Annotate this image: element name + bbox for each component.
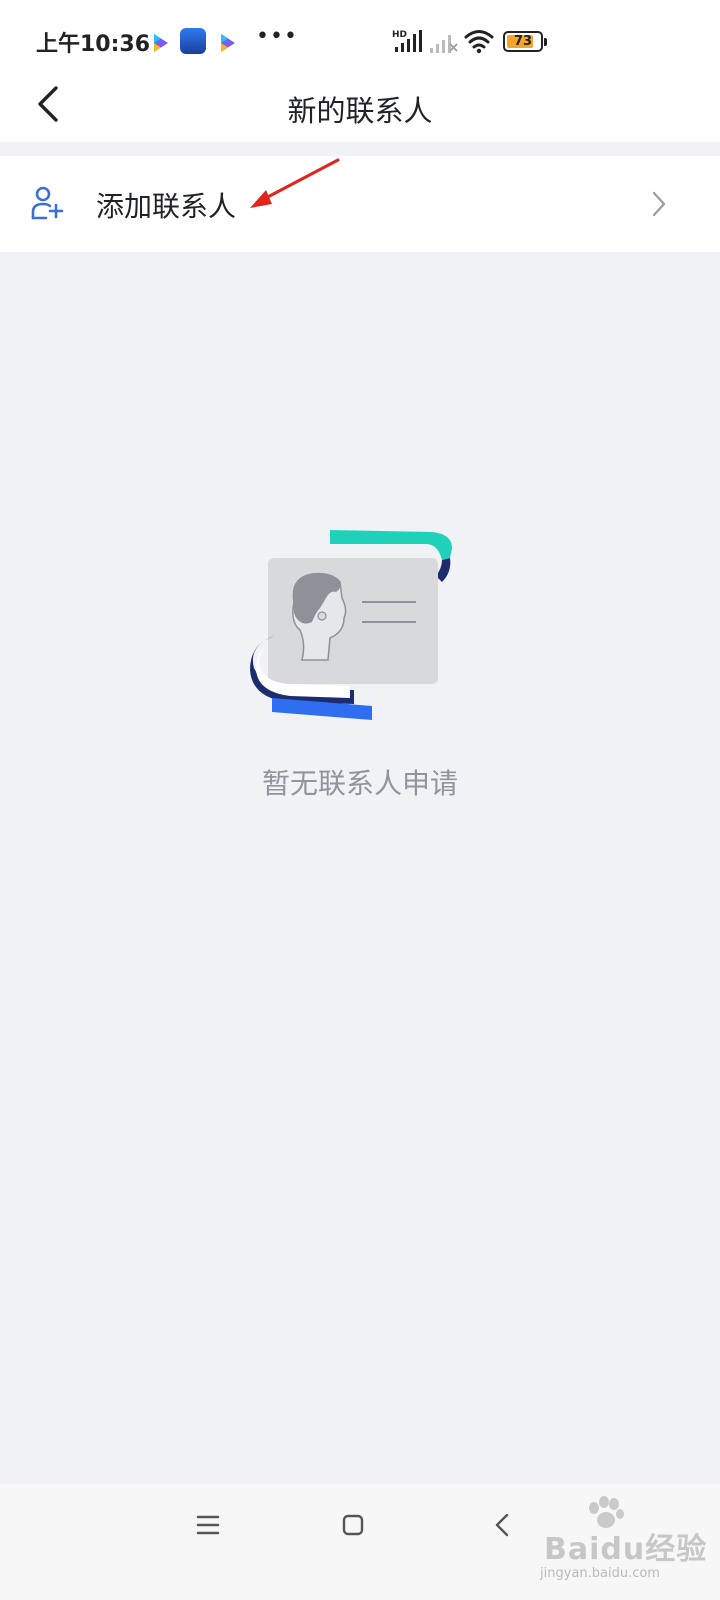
app-notification-icon [180,28,206,54]
add-contact-label: 添加联系人 [96,190,237,223]
header: 新的联系人 [0,84,720,142]
back-icon[interactable] [494,1512,510,1538]
empty-state-message: 暂无联系人申请 [261,767,458,800]
add-contact-row[interactable]: 添加联系人 [0,156,720,252]
battery-level: 73 [513,34,533,49]
annotation-arrow-icon [250,158,340,208]
wifi-icon [464,30,494,54]
contact-card-illustration [250,530,452,720]
more-icon: ••• [256,24,298,49]
signal-hd-icon: HD [392,30,422,52]
chevron-right-icon [652,191,666,217]
signal-icon [430,35,458,53]
signal-hd-label: HD [392,30,407,40]
watermark-url: jingyan.baidu.com [540,1566,660,1581]
watermark: Baidu经验 jingyan.baidu.com [540,1494,710,1584]
menu-icon[interactable] [196,1514,220,1536]
status-bar: 上午10:36 ••• HD 73 [0,0,720,84]
video-play-icon [221,34,235,52]
home-icon[interactable] [342,1514,364,1536]
status-time: 上午10:36 [36,32,151,57]
page-title: 新的联系人 [287,94,433,128]
add-person-icon [31,186,64,220]
system-nav-bar: Baidu经验 jingyan.baidu.com [0,1484,720,1600]
battery-icon: 73 [503,31,547,52]
video-play-icon [154,34,168,52]
watermark-text: Baidu经验 [544,1532,708,1567]
